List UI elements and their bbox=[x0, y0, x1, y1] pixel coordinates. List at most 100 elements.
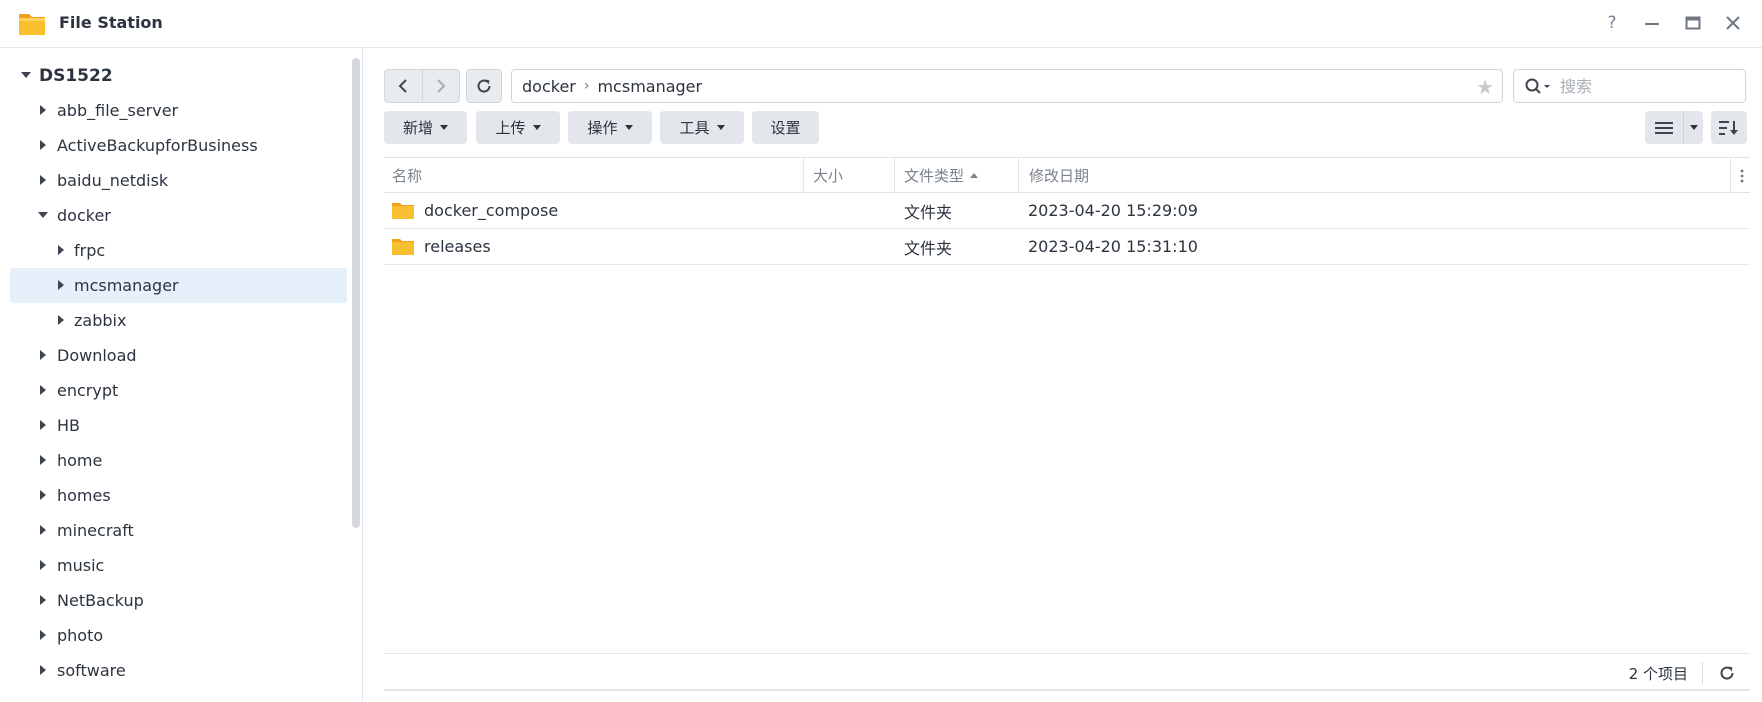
tree-item-label: mcsmanager bbox=[74, 276, 179, 295]
column-header-type[interactable]: 文件类型 bbox=[904, 158, 1014, 193]
tree-item-software[interactable]: software bbox=[10, 653, 347, 688]
path-bar[interactable]: docker › mcsmanager ★ bbox=[511, 69, 1503, 103]
column-divider[interactable] bbox=[803, 158, 804, 193]
folder-icon bbox=[392, 239, 414, 255]
file-name: docker_compose bbox=[424, 201, 559, 220]
tree-item-encrypt[interactable]: encrypt bbox=[10, 373, 347, 408]
history-nav bbox=[384, 69, 460, 103]
table-row[interactable]: releases 文件夹 2023-04-20 15:31:10 bbox=[384, 229, 1750, 265]
file-type: 文件夹 bbox=[904, 238, 953, 258]
upload-button-label: 上传 bbox=[495, 119, 526, 137]
dropdown-caret-icon bbox=[440, 125, 448, 130]
dropdown-caret-icon bbox=[532, 125, 541, 130]
maximize-icon[interactable] bbox=[1682, 12, 1704, 34]
folder-icon bbox=[392, 203, 414, 219]
list-view-button[interactable] bbox=[1645, 111, 1683, 144]
expand-arrow-icon[interactable] bbox=[58, 280, 64, 290]
view-dropdown-button[interactable] bbox=[1683, 111, 1703, 144]
tree-item-zabbix[interactable]: zabbix bbox=[10, 303, 347, 338]
action-button[interactable]: 操作 bbox=[568, 111, 652, 144]
sidebar-scrollbar[interactable] bbox=[352, 58, 360, 528]
table-row[interactable]: docker_compose 文件夹 2023-04-20 15:29:09 bbox=[384, 193, 1750, 229]
tree-item-activebackupforbusiness[interactable]: ActiveBackupforBusiness bbox=[10, 128, 347, 163]
tree-item-download[interactable]: Download bbox=[10, 338, 347, 373]
close-icon[interactable] bbox=[1722, 12, 1744, 34]
file-type: 文件夹 bbox=[904, 202, 953, 222]
search-icon[interactable] bbox=[1524, 77, 1554, 95]
tree-item-docker[interactable]: docker bbox=[10, 198, 347, 233]
expand-arrow-icon[interactable] bbox=[58, 245, 64, 255]
column-divider[interactable] bbox=[1018, 158, 1019, 193]
breadcrumb-mcsmanager[interactable]: mcsmanager bbox=[597, 77, 702, 96]
column-header-modified-label: 修改日期 bbox=[1029, 167, 1090, 185]
bottom-border bbox=[384, 689, 1750, 691]
forward-button[interactable] bbox=[421, 70, 459, 102]
column-header-name[interactable]: 名称 bbox=[392, 158, 812, 193]
status-divider bbox=[1702, 662, 1703, 684]
column-options-icon[interactable] bbox=[1736, 158, 1748, 193]
title-bar: File Station ? bbox=[0, 0, 1762, 48]
search-box[interactable] bbox=[1513, 69, 1746, 103]
search-input[interactable] bbox=[1560, 76, 1720, 96]
app-title: File Station bbox=[59, 13, 163, 32]
create-button-label: 新增 bbox=[402, 119, 433, 137]
tree-item-hb[interactable]: HB bbox=[10, 408, 347, 443]
expand-arrow-icon[interactable] bbox=[40, 525, 46, 535]
tree-item-netbackup[interactable]: NetBackup bbox=[10, 583, 347, 618]
list-view-icon bbox=[1655, 121, 1673, 134]
expand-arrow-icon[interactable] bbox=[40, 420, 46, 430]
tree-item-label: NetBackup bbox=[57, 591, 144, 610]
tree-item-abb-file-server[interactable]: abb_file_server bbox=[10, 93, 347, 128]
status-refresh-button[interactable] bbox=[1716, 662, 1738, 684]
minimize-icon[interactable] bbox=[1641, 12, 1663, 34]
column-header-modified[interactable]: 修改日期 bbox=[1029, 158, 1329, 193]
column-header-size[interactable]: 大小 bbox=[813, 158, 893, 193]
tree-item-mcsmanager[interactable]: mcsmanager bbox=[10, 268, 347, 303]
tree-item-frpc[interactable]: frpc bbox=[10, 233, 347, 268]
collapse-arrow-icon[interactable] bbox=[38, 212, 48, 218]
expand-arrow-icon[interactable] bbox=[40, 560, 46, 570]
tree-root[interactable]: DS1522 bbox=[10, 58, 347, 93]
refresh-icon bbox=[1720, 666, 1734, 680]
tree-item-homes[interactable]: homes bbox=[10, 478, 347, 513]
create-button[interactable]: 新增 bbox=[384, 111, 467, 144]
expand-arrow-icon[interactable] bbox=[58, 315, 64, 325]
tree-item-label: ActiveBackupforBusiness bbox=[57, 136, 258, 155]
expand-arrow-icon[interactable] bbox=[40, 350, 46, 360]
settings-button[interactable]: 设置 bbox=[752, 111, 819, 144]
tree-item-label: home bbox=[57, 451, 103, 470]
refresh-button[interactable] bbox=[466, 69, 502, 103]
collapse-arrow-icon[interactable] bbox=[21, 72, 31, 78]
tree-item-music[interactable]: music bbox=[10, 548, 347, 583]
help-icon[interactable]: ? bbox=[1601, 12, 1623, 34]
tools-button[interactable]: 工具 bbox=[660, 111, 744, 144]
expand-arrow-icon[interactable] bbox=[40, 595, 46, 605]
expand-arrow-icon[interactable] bbox=[40, 630, 46, 640]
sort-button[interactable] bbox=[1711, 111, 1747, 144]
tree-item-baidu-netdisk[interactable]: baidu_netdisk bbox=[10, 163, 347, 198]
favorite-star-icon[interactable]: ★ bbox=[1476, 75, 1494, 99]
back-button[interactable] bbox=[385, 70, 422, 102]
expand-arrow-icon[interactable] bbox=[40, 105, 46, 115]
expand-arrow-icon[interactable] bbox=[40, 665, 46, 675]
expand-arrow-icon[interactable] bbox=[40, 385, 46, 395]
tree-item-minecraft[interactable]: minecraft bbox=[10, 513, 347, 548]
expand-arrow-icon[interactable] bbox=[40, 140, 46, 150]
upload-button[interactable]: 上传 bbox=[476, 111, 560, 144]
tree-item-home[interactable]: home bbox=[10, 443, 347, 478]
tree-item-label: Download bbox=[57, 346, 137, 365]
expand-arrow-icon[interactable] bbox=[40, 455, 46, 465]
file-name: releases bbox=[424, 237, 491, 256]
tree-item-label: docker bbox=[57, 206, 111, 225]
settings-button-label: 设置 bbox=[770, 119, 801, 137]
column-divider[interactable] bbox=[894, 158, 895, 193]
tools-button-label: 工具 bbox=[679, 119, 710, 137]
action-button-label: 操作 bbox=[587, 119, 618, 137]
view-mode-switch bbox=[1645, 111, 1703, 144]
expand-arrow-icon[interactable] bbox=[40, 490, 46, 500]
expand-arrow-icon[interactable] bbox=[40, 175, 46, 185]
breadcrumb-docker[interactable]: docker bbox=[522, 77, 576, 96]
tree-item-photo[interactable]: photo bbox=[10, 618, 347, 653]
tree-item-label: software bbox=[57, 661, 126, 680]
column-divider[interactable] bbox=[1730, 158, 1731, 193]
